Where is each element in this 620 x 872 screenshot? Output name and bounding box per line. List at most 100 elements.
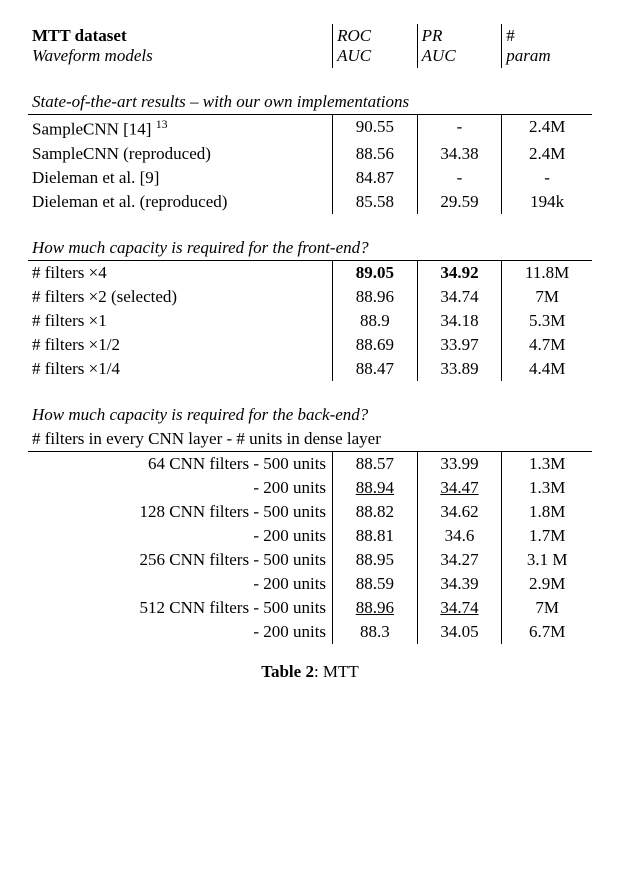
pr-value: 34.18 bbox=[417, 309, 502, 333]
pr-value: 29.59 bbox=[417, 190, 502, 214]
param-value: 1.3M bbox=[502, 476, 592, 500]
table-row: # filters ×489.0534.9211.8M bbox=[28, 260, 592, 285]
header-title-a: MTT dataset bbox=[28, 24, 333, 46]
roc-value: 88.82 bbox=[333, 500, 418, 524]
row-label: - 200 units bbox=[28, 572, 333, 596]
table-row: SampleCNN (reproduced)88.5634.382.4M bbox=[28, 142, 592, 166]
pr-value: 34.27 bbox=[417, 548, 502, 572]
roc-value: 88.96 bbox=[333, 596, 418, 620]
row-label: 256 CNN filters - 500 units bbox=[28, 548, 333, 572]
pr-value: - bbox=[417, 166, 502, 190]
param-value: 4.7M bbox=[502, 333, 592, 357]
table-row: - 200 units88.9434.471.3M bbox=[28, 476, 592, 500]
param-value: 6.7M bbox=[502, 620, 592, 644]
header-roc-a: ROC bbox=[333, 24, 418, 46]
header-roc-b: AUC bbox=[333, 46, 418, 68]
table-row: 64 CNN filters - 500 units88.5733.991.3M bbox=[28, 451, 592, 476]
param-value: 1.3M bbox=[502, 451, 592, 476]
roc-value: 88.69 bbox=[333, 333, 418, 357]
pr-value: - bbox=[417, 115, 502, 142]
roc-value: 88.57 bbox=[333, 451, 418, 476]
table-row: # filters ×1/488.4733.894.4M bbox=[28, 357, 592, 381]
section-heading-frontend: How much capacity is required for the fr… bbox=[28, 236, 592, 261]
section-heading-label: How much capacity is required for the ba… bbox=[28, 403, 592, 427]
param-value: 194k bbox=[502, 190, 592, 214]
roc-value: 88.9 bbox=[333, 309, 418, 333]
table-row: # filters ×188.934.185.3M bbox=[28, 309, 592, 333]
row-label: SampleCNN (reproduced) bbox=[28, 142, 333, 166]
pr-value: 33.99 bbox=[417, 451, 502, 476]
row-label: # filters ×1/2 bbox=[28, 333, 333, 357]
section-heading-label: How much capacity is required for the fr… bbox=[28, 236, 592, 261]
pr-value: 34.74 bbox=[417, 285, 502, 309]
table-row: Dieleman et al. [9]84.87-- bbox=[28, 166, 592, 190]
table-row: Dieleman et al. (reproduced)85.5829.5919… bbox=[28, 190, 592, 214]
param-value: 2.9M bbox=[502, 572, 592, 596]
caption-text: : MTT bbox=[314, 662, 359, 681]
roc-value: 85.58 bbox=[333, 190, 418, 214]
header-title-b: Waveform models bbox=[28, 46, 333, 68]
row-label: # filters ×4 bbox=[28, 260, 333, 285]
param-value: - bbox=[502, 166, 592, 190]
param-value: 2.4M bbox=[502, 142, 592, 166]
table-header-row-2: Waveform models AUC AUC param bbox=[28, 46, 592, 68]
section-subheading-label: # filters in every CNN layer - # units i… bbox=[28, 427, 592, 452]
row-label: 512 CNN filters - 500 units bbox=[28, 596, 333, 620]
param-value: 7M bbox=[502, 596, 592, 620]
pr-value: 34.92 bbox=[417, 260, 502, 285]
header-pr-b: AUC bbox=[417, 46, 502, 68]
pr-value: 34.05 bbox=[417, 620, 502, 644]
header-param-a: # bbox=[502, 24, 592, 46]
table-row: - 200 units88.8134.61.7M bbox=[28, 524, 592, 548]
pr-value: 33.97 bbox=[417, 333, 502, 357]
pr-value: 34.62 bbox=[417, 500, 502, 524]
param-value: 11.8M bbox=[502, 260, 592, 285]
roc-value: 84.87 bbox=[333, 166, 418, 190]
param-value: 2.4M bbox=[502, 115, 592, 142]
roc-value: 88.81 bbox=[333, 524, 418, 548]
table-row: # filters ×1/288.6933.974.7M bbox=[28, 333, 592, 357]
pr-value: 34.38 bbox=[417, 142, 502, 166]
caption-label: Table 2 bbox=[261, 662, 314, 681]
roc-value: 90.55 bbox=[333, 115, 418, 142]
pr-value: 33.89 bbox=[417, 357, 502, 381]
row-label: # filters ×1 bbox=[28, 309, 333, 333]
roc-value: 88.56 bbox=[333, 142, 418, 166]
param-value: 7M bbox=[502, 285, 592, 309]
section-heading-backend: How much capacity is required for the ba… bbox=[28, 403, 592, 427]
header-pr-a: PR bbox=[417, 24, 502, 46]
pr-value: 34.6 bbox=[417, 524, 502, 548]
table-header-row-1: MTT dataset ROC PR # bbox=[28, 24, 592, 46]
row-label: # filters ×1/4 bbox=[28, 357, 333, 381]
pr-value: 34.47 bbox=[417, 476, 502, 500]
row-label: - 200 units bbox=[28, 476, 333, 500]
row-label: Dieleman et al. [9] bbox=[28, 166, 333, 190]
row-label: SampleCNN [14] 13 bbox=[28, 115, 333, 142]
row-label: # filters ×2 (selected) bbox=[28, 285, 333, 309]
param-value: 5.3M bbox=[502, 309, 592, 333]
row-label: - 200 units bbox=[28, 620, 333, 644]
param-value: 1.8M bbox=[502, 500, 592, 524]
roc-value: 88.96 bbox=[333, 285, 418, 309]
table-row: - 200 units88.5934.392.9M bbox=[28, 572, 592, 596]
pr-value: 34.74 bbox=[417, 596, 502, 620]
roc-value: 88.94 bbox=[333, 476, 418, 500]
roc-value: 88.95 bbox=[333, 548, 418, 572]
row-label: Dieleman et al. (reproduced) bbox=[28, 190, 333, 214]
table-row: 128 CNN filters - 500 units88.8234.621.8… bbox=[28, 500, 592, 524]
section-heading-sota: State-of-the-art results – with our own … bbox=[28, 90, 592, 115]
param-value: 1.7M bbox=[502, 524, 592, 548]
param-value: 4.4M bbox=[502, 357, 592, 381]
row-label: 64 CNN filters - 500 units bbox=[28, 451, 333, 476]
table-row: 256 CNN filters - 500 units88.9534.273.1… bbox=[28, 548, 592, 572]
section-subheading-backend: # filters in every CNN layer - # units i… bbox=[28, 427, 592, 452]
results-table: MTT dataset ROC PR # Waveform models AUC… bbox=[28, 24, 592, 644]
section-heading-label: State-of-the-art results – with our own … bbox=[28, 90, 592, 115]
param-value: 3.1 M bbox=[502, 548, 592, 572]
table-caption: Table 2: MTT bbox=[28, 662, 592, 682]
table-row: 512 CNN filters - 500 units88.9634.747M bbox=[28, 596, 592, 620]
table-row: SampleCNN [14] 1390.55-2.4M bbox=[28, 115, 592, 142]
table-row: # filters ×2 (selected)88.9634.747M bbox=[28, 285, 592, 309]
pr-value: 34.39 bbox=[417, 572, 502, 596]
roc-value: 89.05 bbox=[333, 260, 418, 285]
